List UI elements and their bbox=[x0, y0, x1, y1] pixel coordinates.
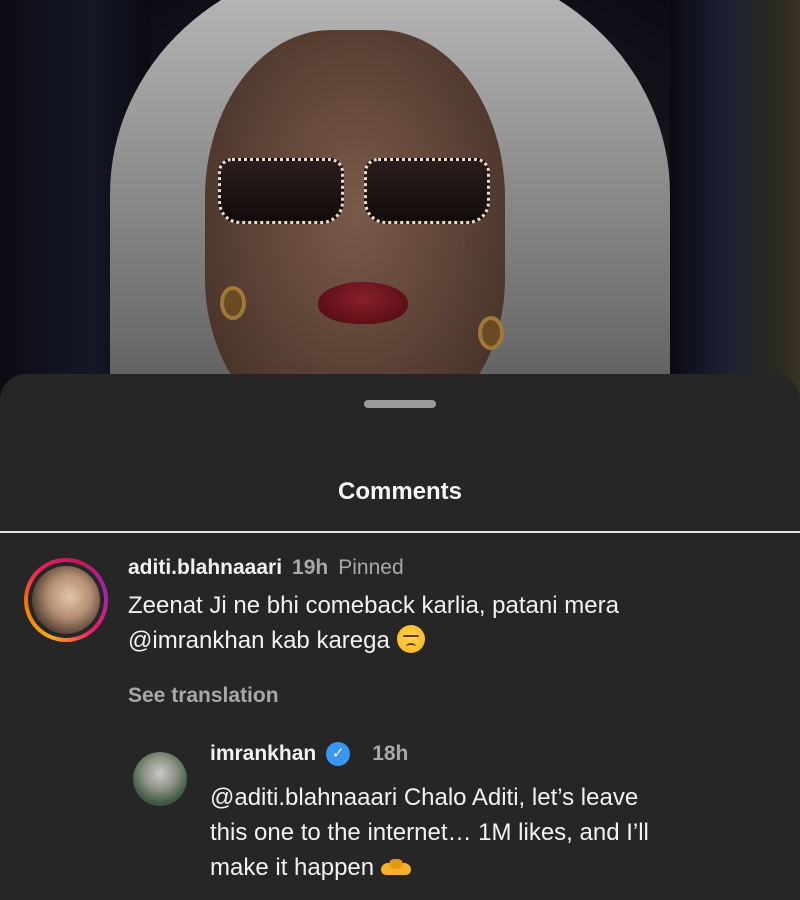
sunglasses bbox=[218, 158, 490, 228]
pinned-label: Pinned bbox=[338, 556, 404, 579]
sheet-title: Comments bbox=[337, 478, 463, 505]
reply-text-line: @aditi.blahnaaari Chalo Aditi, let’s lea… bbox=[210, 784, 639, 811]
reply-time: 18h bbox=[372, 742, 409, 765]
earring-left bbox=[220, 286, 246, 320]
reply-text: @aditi.blahnaaari Chalo Aditi, let’s lea… bbox=[210, 780, 770, 885]
comment-meta: aditi.blahnaaari 19h Pinned bbox=[128, 556, 404, 580]
sunglasses-lens-right bbox=[364, 158, 490, 224]
reply-text-line: make it happen bbox=[210, 850, 770, 885]
avatar bbox=[32, 566, 100, 634]
reply-username[interactable]: imrankhan bbox=[210, 742, 316, 766]
person-lips bbox=[318, 282, 408, 324]
comment-time: 19h bbox=[292, 556, 329, 579]
mention-and-text[interactable]: @imrankhan kab karega bbox=[128, 627, 390, 654]
comment-text: Zeenat Ji ne bhi comeback karlia, patani… bbox=[128, 588, 748, 658]
see-translation-link[interactable]: See translation bbox=[128, 684, 279, 708]
comment-text-line: @imrankhan kab karega bbox=[128, 623, 748, 658]
reply-meta: imrankhan ✓ 18h bbox=[210, 742, 408, 766]
handshake-icon bbox=[380, 859, 411, 877]
disappointed-face-icon bbox=[396, 625, 425, 653]
comment-username[interactable]: aditi.blahnaaari bbox=[128, 556, 282, 580]
drag-handle[interactable] bbox=[364, 400, 436, 408]
comments-sheet: Comments aditi.blahnaaari 19h Pinned Zee… bbox=[0, 374, 800, 900]
earring-right bbox=[478, 316, 504, 350]
background-curtain-right bbox=[670, 0, 800, 420]
header-divider bbox=[0, 531, 800, 533]
avatar-story-ring[interactable] bbox=[24, 558, 108, 642]
video-frame[interactable] bbox=[0, 0, 800, 420]
reply-text-line: this one to the internet… 1M likes, and … bbox=[210, 819, 649, 846]
avatar[interactable] bbox=[133, 752, 187, 806]
sunglasses-lens-left bbox=[218, 158, 344, 224]
verified-badge-icon: ✓ bbox=[326, 742, 351, 766]
comment-text-line: Zeenat Ji ne bhi comeback karlia, patani… bbox=[128, 592, 619, 619]
